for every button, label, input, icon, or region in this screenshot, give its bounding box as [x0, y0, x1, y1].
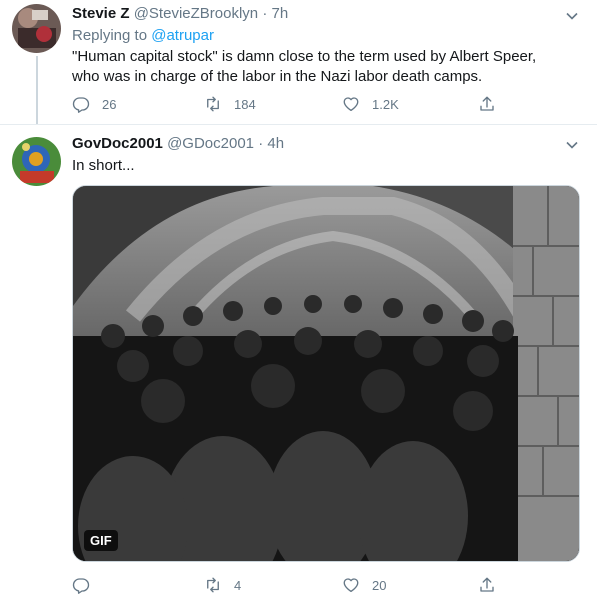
thread-line: [36, 56, 38, 124]
like-count: 20: [372, 577, 387, 593]
user-handle[interactable]: @GDoc2001: [167, 135, 254, 152]
retweet-count: 4: [234, 577, 242, 593]
display-name[interactable]: GovDoc2001: [72, 135, 163, 152]
tweet-text: "Human capital stock" is damn close to t…: [72, 47, 587, 87]
share-icon: [480, 577, 494, 592]
timestamp[interactable]: 4h: [267, 135, 284, 152]
more-options-button[interactable]: [564, 137, 580, 153]
chevron-down-icon: [566, 12, 578, 20]
like-button[interactable]: 20: [342, 574, 386, 596]
reply-icon: [72, 578, 90, 594]
avatar-stevie-z[interactable]: [12, 4, 61, 53]
gif-badge: GIF: [84, 530, 118, 551]
tweet-actions: 4 20: [72, 574, 502, 596]
tweet-header: GovDoc2001 @GDoc2001 · 4h: [72, 135, 284, 152]
heart-icon: [343, 97, 359, 112]
heart-icon: [343, 578, 359, 593]
reply-icon: [72, 97, 90, 113]
tweet-text-line: who was in charge of the labor in the Na…: [72, 68, 483, 85]
more-options-button[interactable]: [564, 8, 580, 24]
reply-count: 26: [102, 96, 117, 112]
gif-media[interactable]: GIF: [72, 185, 580, 562]
chevron-down-icon: [566, 141, 578, 149]
user-handle[interactable]: @StevieZBrooklyn: [134, 5, 258, 22]
separator-dot: ·: [262, 5, 268, 22]
tweet-header: Stevie Z @StevieZBrooklyn · 7h: [72, 5, 288, 22]
tweet-stevie-z[interactable]: Stevie Z @StevieZBrooklyn · 7h Replying …: [0, 0, 597, 124]
tweet-text-line: "Human capital stock" is damn close to t…: [72, 48, 537, 65]
like-count: 1.2K: [372, 96, 399, 112]
retweet-button[interactable]: 184: [204, 93, 256, 115]
reply-to-link[interactable]: @atrupar: [151, 27, 214, 44]
share-button[interactable]: [478, 574, 508, 596]
replying-to-label: Replying to: [72, 27, 148, 44]
retweet-icon: [207, 577, 219, 593]
tweet-actions: 26 184 1.2K: [72, 93, 502, 115]
timestamp[interactable]: 7h: [272, 5, 289, 22]
share-button[interactable]: [478, 93, 508, 115]
share-icon: [480, 96, 494, 111]
reply-button[interactable]: [72, 574, 102, 596]
tweet-text: In short...: [72, 157, 135, 174]
retweet-icon: [207, 96, 219, 112]
replying-to: Replying to @atrupar: [72, 27, 214, 44]
gif-frame-image: [73, 186, 579, 561]
retweet-count: 184: [234, 96, 256, 112]
like-button[interactable]: 1.2K: [342, 93, 399, 115]
separator-dot: ·: [258, 135, 264, 152]
retweet-button[interactable]: 4: [204, 574, 241, 596]
display-name[interactable]: Stevie Z: [72, 5, 130, 22]
reply-button[interactable]: 26: [72, 93, 116, 115]
avatar-govdoc2001[interactable]: [12, 137, 61, 186]
